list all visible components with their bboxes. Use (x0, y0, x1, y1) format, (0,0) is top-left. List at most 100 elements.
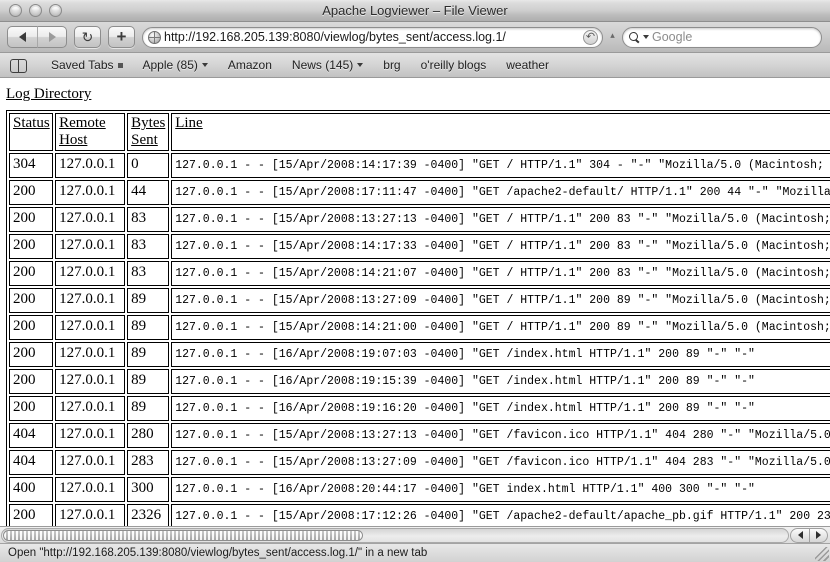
bookmark-label: Saved Tabs (51, 58, 114, 72)
header-label: Line (175, 115, 203, 131)
column-header-bytes-sent[interactable]: Bytes Sent (127, 113, 170, 151)
cell-status: 200 (9, 207, 54, 232)
reload-icon: ↻ (81, 28, 94, 45)
bookmark-label: Apple (85) (142, 58, 198, 72)
cell-bytes-sent: 89 (127, 288, 170, 313)
cell-status: 404 (9, 423, 54, 448)
header-label: Sent (131, 132, 158, 148)
cell-line: 127.0.0.1 - - [15/Apr/2008:14:21:00 -040… (171, 315, 830, 340)
browser-window: Apache Logviewer – File Viewer ↻ + http:… (0, 0, 830, 562)
zoom-button[interactable] (49, 4, 62, 17)
scroll-left-button[interactable] (790, 527, 809, 543)
cell-line: 127.0.0.1 - - [16/Apr/2008:20:44:17 -040… (171, 477, 830, 502)
book-icon[interactable] (10, 59, 27, 73)
table-row: 304 127.0.0.1 0 127.0.0.1 - - [15/Apr/2008:… (9, 153, 830, 178)
table-row: 200 127.0.0.1 83 127.0.0.1 - - [15/Apr/2008… (9, 234, 830, 259)
cell-bytes-sent: 89 (127, 315, 170, 340)
cell-line: 127.0.0.1 - - [16/Apr/2008:19:07:03 -040… (171, 342, 830, 367)
resize-grip[interactable] (815, 547, 829, 561)
cell-status: 200 (9, 315, 54, 340)
bookmark-label: Amazon (227, 58, 272, 72)
header-label: Status (13, 115, 50, 131)
table-row: 200 127.0.0.1 89 127.0.0.1 - - [16/Apr/2008… (9, 369, 830, 394)
add-tab-button[interactable]: + (108, 26, 135, 48)
table-row: 200 127.0.0.1 89 127.0.0.1 - - [15/Apr/2008… (9, 315, 830, 340)
log-directory-link[interactable]: Log Directory (6, 86, 91, 103)
cell-remote-host: 127.0.0.1 (55, 234, 126, 259)
cell-status: 200 (9, 234, 54, 259)
bookmark-label: News (145) (291, 58, 354, 72)
log-table: Status Remote Host Bytes Sent Line 304 12… (6, 110, 830, 526)
cell-bytes-sent: 0 (127, 153, 170, 178)
globe-icon (148, 30, 161, 44)
cell-status: 200 (9, 288, 54, 313)
snapback-icon[interactable]: ↶ (583, 29, 598, 45)
toolbar-splitter[interactable]: ▴ (610, 31, 615, 43)
cell-bytes-sent: 83 (127, 207, 170, 232)
arrow-left-icon (797, 531, 803, 539)
cell-bytes-sent: 83 (127, 261, 170, 286)
header-label: Remote (59, 115, 106, 131)
reload-button[interactable]: ↻ (74, 26, 101, 48)
cell-bytes-sent: 89 (127, 342, 170, 367)
cell-status: 200 (9, 261, 54, 286)
cell-bytes-sent: 283 (127, 450, 170, 475)
square-marker-icon (117, 62, 123, 68)
table-row: 400 127.0.0.1 300 127.0.0.1 - - [16/Apr/200… (9, 477, 830, 502)
cell-remote-host: 127.0.0.1 (55, 450, 126, 475)
scrollbar-thumb[interactable] (3, 529, 363, 541)
search-input[interactable]: Google (622, 26, 822, 48)
cell-remote-host: 127.0.0.1 (55, 288, 126, 313)
table-header-row: Status Remote Host Bytes Sent Line (9, 113, 830, 151)
back-button[interactable] (7, 26, 37, 48)
cell-bytes-sent: 83 (127, 234, 170, 259)
search-placeholder: Google (652, 30, 693, 44)
cell-remote-host: 127.0.0.1 (55, 396, 126, 421)
cell-remote-host: 127.0.0.1 (55, 207, 126, 232)
forward-button[interactable] (37, 26, 67, 48)
bookmark-oreilly-blogs[interactable]: o'reilly blogs (411, 53, 497, 78)
address-bar[interactable]: http://192.168.205.139:8080/viewlog/byte… (142, 26, 603, 48)
plus-icon: + (116, 26, 127, 46)
search-icon (629, 31, 640, 43)
cell-status: 200 (9, 342, 54, 367)
bookmark-saved-tabs[interactable]: Saved Tabs (41, 53, 133, 78)
bookmark-label: o'reilly blogs (420, 58, 487, 72)
chevron-down-icon (357, 63, 364, 67)
column-header-status[interactable]: Status (9, 113, 54, 151)
cell-remote-host: 127.0.0.1 (55, 261, 126, 286)
table-row: 200 127.0.0.1 2326 127.0.0.1 - - [15/Apr/20… (9, 504, 830, 526)
cell-bytes-sent: 2326 (127, 504, 170, 526)
cell-remote-host: 127.0.0.1 (55, 153, 126, 178)
log-table-body: 304 127.0.0.1 0 127.0.0.1 - - [15/Apr/2008:… (9, 153, 830, 526)
table-row: 200 127.0.0.1 89 127.0.0.1 - - [16/Apr/2008… (9, 342, 830, 367)
cell-bytes-sent: 300 (127, 477, 170, 502)
navigation-buttons (7, 26, 67, 48)
bookmark-apple[interactable]: Apple (85) (133, 53, 218, 78)
cell-bytes-sent: 89 (127, 369, 170, 394)
bookmark-label: weather (506, 58, 549, 72)
chevron-down-icon[interactable] (643, 35, 649, 39)
table-row: 200 127.0.0.1 89 127.0.0.1 - - [15/Apr/2008… (9, 288, 830, 313)
horizontal-scrollbar[interactable] (0, 526, 830, 543)
column-header-line[interactable]: Line (171, 113, 830, 151)
bookmark-weather[interactable]: weather (496, 53, 559, 78)
column-header-remote-host[interactable]: Remote Host (55, 113, 126, 151)
cell-line: 127.0.0.1 - - [15/Apr/2008:14:17:33 -040… (171, 234, 830, 259)
cell-remote-host: 127.0.0.1 (55, 477, 126, 502)
cell-status: 200 (9, 504, 54, 526)
bookmark-brg[interactable]: brg (373, 53, 410, 78)
table-row: 200 127.0.0.1 83 127.0.0.1 - - [15/Apr/2008… (9, 207, 830, 232)
browser-toolbar: ↻ + http://192.168.205.139:8080/viewlog/… (0, 22, 830, 53)
cell-remote-host: 127.0.0.1 (55, 504, 126, 526)
bookmark-news[interactable]: News (145) (282, 53, 373, 78)
close-button[interactable] (9, 4, 22, 17)
cell-line: 127.0.0.1 - - [16/Apr/2008:19:16:20 -040… (171, 396, 830, 421)
scroll-right-button[interactable] (809, 527, 828, 543)
scrollbar-arrows (790, 527, 828, 543)
table-row: 200 127.0.0.1 89 127.0.0.1 - - [16/Apr/2008… (9, 396, 830, 421)
minimize-button[interactable] (29, 4, 42, 17)
scrollbar-track[interactable] (1, 527, 789, 543)
cell-remote-host: 127.0.0.1 (55, 369, 126, 394)
bookmark-amazon[interactable]: Amazon (218, 53, 282, 78)
